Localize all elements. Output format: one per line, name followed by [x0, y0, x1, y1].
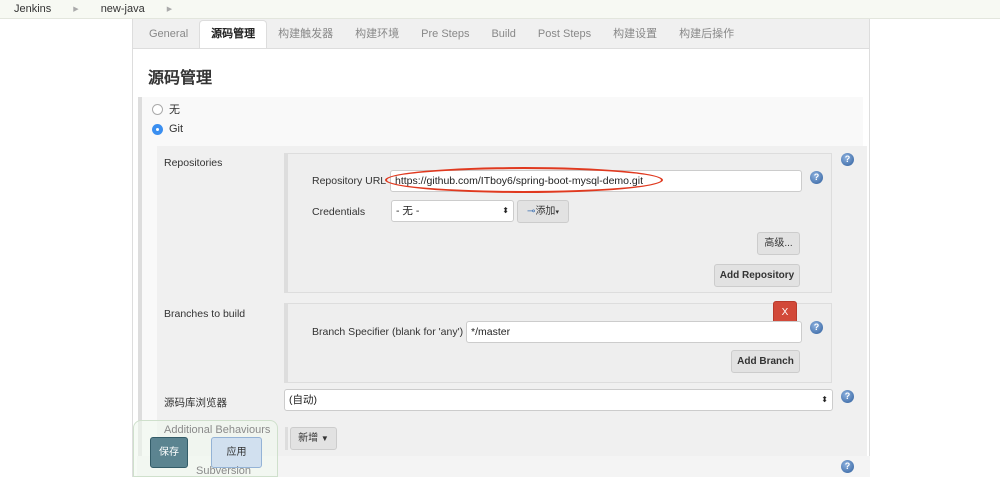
credentials-label: Credentials [312, 206, 366, 218]
tab-environment[interactable]: 构建环境 [344, 21, 410, 48]
dropdown-icon: ▼ [320, 434, 329, 443]
dropdown-icon: ▾ [555, 209, 559, 216]
add-branch-button[interactable]: Add Branch [731, 350, 800, 373]
scm-none-label: 无 [169, 104, 180, 116]
select-arrows-icon: ⬍ [502, 206, 509, 215]
scm-git-label: Git [169, 123, 184, 135]
tab-general[interactable]: General [138, 21, 199, 48]
breadcrumb-jenkins[interactable]: Jenkins [14, 3, 51, 15]
breadcrumb-job[interactable]: new-java [101, 3, 145, 15]
scm-git-radio[interactable]: Git [152, 123, 183, 135]
divider [285, 427, 288, 450]
additional-behaviours-label: Additional Behaviours [164, 424, 271, 436]
tab-post-steps[interactable]: Post Steps [527, 21, 602, 48]
save-button[interactable]: 保存 [150, 437, 188, 468]
tab-pre-steps[interactable]: Pre Steps [410, 21, 480, 48]
help-icon[interactable]: ? [810, 321, 823, 334]
breadcrumb-separator-icon[interactable]: ▶ [167, 5, 172, 13]
help-icon[interactable]: ? [841, 390, 854, 403]
repository-url-label: Repository URL [312, 175, 387, 187]
radio-icon[interactable] [152, 103, 163, 115]
add-behaviour-button[interactable]: 新增 ▼ [290, 427, 337, 450]
credentials-select[interactable]: - 无 - ⬍ [391, 200, 514, 222]
add-credentials-label: 添加 [535, 206, 556, 217]
repo-browser-label: 源码库浏览器 [164, 397, 227, 409]
repositories-label: Repositories [164, 157, 223, 169]
tab-bar: General 源码管理 构建触发器 构建环境 Pre Steps Build … [133, 19, 869, 49]
add-repository-button[interactable]: Add Repository [714, 264, 800, 287]
apply-button[interactable]: 应用 [211, 437, 262, 468]
help-icon[interactable]: ? [841, 153, 854, 166]
breadcrumb: Jenkins ▶ new-java ▶ [0, 0, 1000, 19]
tab-post-build[interactable]: 构建后操作 [668, 21, 745, 48]
add-credentials-button[interactable]: ⊸添加▾ [517, 200, 569, 223]
repo-browser-value: (自动) [289, 394, 317, 406]
tab-triggers[interactable]: 构建触发器 [267, 21, 344, 48]
highlight-annotation [385, 167, 663, 193]
help-icon[interactable]: ? [841, 460, 854, 473]
breadcrumb-separator-icon: ▶ [73, 6, 79, 13]
repo-browser-select[interactable]: (自动) ⬍ [284, 389, 833, 411]
branches-label: Branches to build [164, 308, 246, 320]
radio-checked-icon[interactable] [152, 123, 163, 135]
scm-subversion-label: Subversion [196, 465, 252, 477]
select-arrows-icon: ⬍ [821, 395, 828, 404]
help-icon[interactable]: ? [810, 171, 823, 184]
credentials-value: - 无 - [396, 205, 420, 217]
tab-build-settings[interactable]: 构建设置 [602, 21, 668, 48]
branch-specifier-input[interactable]: */master [466, 321, 802, 343]
tab-build[interactable]: Build [480, 21, 526, 48]
tab-scm[interactable]: 源码管理 [199, 20, 268, 48]
add-behaviour-label: 新增 [298, 433, 319, 444]
section-title: 源码管理 [148, 70, 213, 87]
branch-specifier-label: Branch Specifier (blank for 'any') [312, 326, 464, 338]
scm-none-radio[interactable]: 无 [152, 101, 180, 117]
advanced-button[interactable]: 高级... [757, 232, 800, 255]
